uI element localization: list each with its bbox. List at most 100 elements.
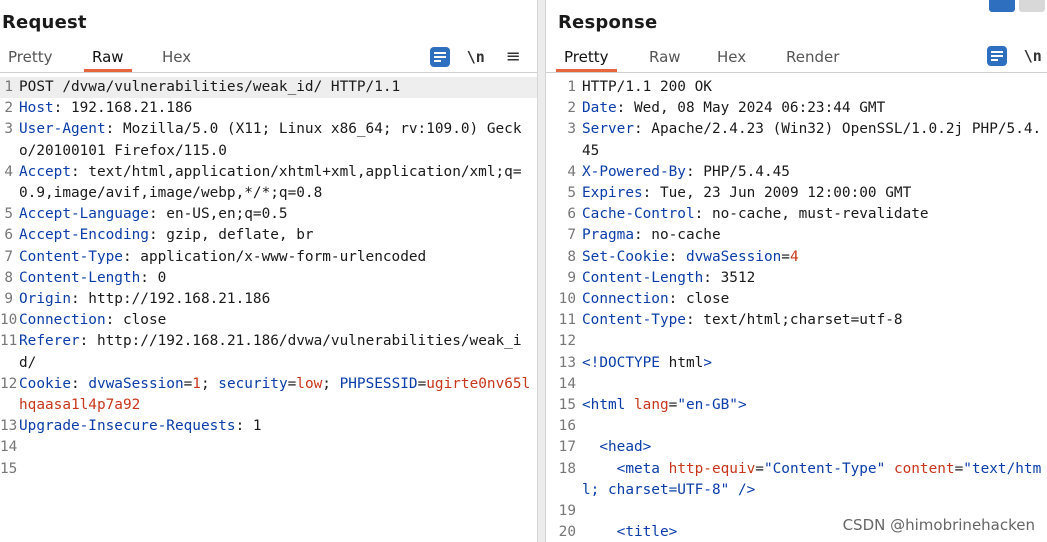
response-line: 5 Expires: Tue, 23 Jun 2009 12:00:00 GMT	[546, 183, 1047, 204]
html-token: />	[737, 481, 756, 498]
line-number: 2	[567, 100, 576, 117]
html-token: >	[737, 397, 747, 414]
tab-response-render[interactable]: Render	[778, 48, 847, 72]
response-line: 14	[546, 374, 1047, 395]
line-text: Pragma: no-cache	[582, 225, 721, 246]
header-value: : text/html,application/xhtml+xml,applic…	[19, 163, 522, 202]
response-line: 18 <meta http-equiv="Content-Type" conte…	[546, 459, 1047, 501]
html-token	[885, 461, 894, 477]
request-line: 2 Host: 192.168.21.186	[0, 98, 537, 119]
line-text: Content-Length: 3512	[582, 268, 755, 289]
newline-toggle-button[interactable]: \n	[467, 48, 485, 66]
html-token: >	[703, 354, 712, 371]
line-text: HTTP/1.1 200 OK	[582, 77, 712, 98]
wrap-lines-icon[interactable]	[987, 46, 1007, 66]
tab-request-raw[interactable]: Raw	[84, 48, 132, 72]
cookie-value: 4	[789, 248, 799, 265]
request-line: 14	[0, 437, 537, 458]
line-number: 11	[558, 312, 576, 329]
wrap-lines-icon[interactable]	[430, 46, 450, 67]
header-name: Connection	[19, 312, 106, 329]
line-number: 7	[567, 227, 576, 244]
response-line: 12	[546, 331, 1047, 352]
line-number: 15	[558, 397, 576, 414]
header-name: Server	[582, 121, 634, 138]
request-toolbar: \n ≡	[430, 46, 521, 67]
stacked-layout-icon[interactable]	[1019, 0, 1045, 12]
header-value: : no-cache, must-revalidate	[694, 206, 929, 223]
line-text: Content-Type: application/x-www-form-url…	[19, 247, 426, 268]
line-number: 12	[0, 375, 18, 392]
request-line: 4 Accept: text/html,application/xhtml+xml…	[0, 162, 537, 204]
newline-toggle-button[interactable]: \n	[1024, 47, 1042, 65]
header-value: : text/html;charset=utf-8	[685, 312, 903, 329]
line-text: Content-Type: text/html;charset=utf-8	[582, 310, 903, 331]
header-name: Referer	[19, 333, 80, 350]
request-editor[interactable]: 1 POST /dvwa/vulnerabilities/weak_id/ HTT…	[0, 77, 537, 480]
line-number: 17	[558, 439, 576, 456]
line-text: Referer: http://192.168.21.186/dvwa/vuln…	[19, 331, 537, 373]
html-token: http-equiv	[668, 460, 756, 477]
line-text: <head>	[582, 437, 651, 458]
line-text: Server: Apache/2.4.23 (Win32) OpenSSL/1.…	[582, 119, 1047, 161]
header-name: Cache-Control	[582, 206, 695, 223]
html-token	[582, 439, 599, 455]
header-name: Content-Length	[582, 269, 704, 286]
html-token: html	[668, 354, 704, 371]
tab-response-hex[interactable]: Hex	[709, 48, 754, 72]
separator: =	[183, 375, 193, 392]
header-value: : 3512	[703, 269, 756, 286]
response-line: 3 Server: Apache/2.4.23 (Win32) OpenSSL/1…	[546, 119, 1047, 161]
tab-request-hex[interactable]: Hex	[154, 48, 199, 72]
line-text: Cache-Control: no-cache, must-revalidate	[582, 204, 929, 225]
html-token: "en-GB"	[677, 397, 738, 414]
tab-response-raw[interactable]: Raw	[641, 48, 689, 72]
line-number: 9	[567, 269, 576, 286]
header-value: : 1	[235, 418, 262, 435]
line-text: Set-Cookie: dvwaSession=4	[582, 247, 799, 268]
header-value: : application/x-www-form-urlencoded	[122, 248, 427, 265]
request-line: 11 Referer: http://192.168.21.186/dvwa/vu…	[0, 331, 537, 373]
response-line: 1 HTTP/1.1 200 OK	[546, 77, 1047, 98]
request-title: Request	[2, 12, 87, 33]
line-text: Accept-Language: en-US,en;q=0.5	[19, 204, 288, 225]
response-toolbar: \n	[987, 46, 1042, 66]
line-number: 1	[567, 79, 576, 95]
header-value: HTTP/1.1 200 OK	[582, 79, 712, 95]
html-token	[660, 461, 669, 477]
header-name: Date	[582, 100, 617, 117]
html-token	[729, 482, 738, 498]
split-layout-icon[interactable]	[989, 0, 1015, 12]
response-line: 11 Content-Type: text/html;charset=utf-8	[546, 310, 1047, 331]
header-name: Expires	[582, 185, 643, 202]
tab-request-pretty[interactable]: Pretty	[0, 48, 61, 72]
line-number: 4	[4, 163, 13, 180]
line-text: Upgrade-Insecure-Requests: 1	[19, 416, 262, 437]
header-value: : gzip, deflate, br	[148, 227, 314, 244]
line-text: Accept: text/html,application/xhtml+xml,…	[19, 162, 537, 204]
html-token: lang	[634, 397, 669, 414]
response-editor[interactable]: 1 HTTP/1.1 200 OK 2 Date: Wed, 08 May 2024 …	[546, 77, 1047, 542]
request-line: 15	[0, 459, 537, 480]
request-line: 5 Accept-Language: en-US,en;q=0.5	[0, 204, 537, 225]
line-number: 3	[4, 121, 13, 138]
header-value: : Wed, 08 May 2024 06:23:44 GMT	[616, 100, 886, 117]
line-text: <html lang="en-GB">	[582, 395, 747, 416]
menu-icon[interactable]: ≡	[506, 46, 521, 67]
pane-divider[interactable]	[537, 0, 546, 542]
html-token	[660, 355, 669, 371]
line-number: 14	[558, 375, 576, 392]
html-token: =	[954, 460, 964, 477]
header-name: Content-Type	[582, 312, 686, 329]
header-name: Host	[19, 100, 54, 117]
response-line: 8 Set-Cookie: dvwaSession=4	[546, 247, 1047, 268]
line-text: Cookie: dvwaSession=1; security=low; PHP…	[19, 374, 537, 416]
watermark: CSDN @himobrinehacken	[842, 516, 1035, 534]
tab-response-pretty[interactable]: Pretty	[556, 48, 617, 72]
header-name: Connection	[582, 291, 669, 308]
header-value: : en-US,en;q=0.5	[148, 206, 288, 223]
line-number: 18	[558, 460, 576, 477]
separator: :	[70, 375, 89, 392]
cookie-name: PHPSESSID	[339, 375, 418, 392]
html-token: =	[755, 460, 764, 477]
